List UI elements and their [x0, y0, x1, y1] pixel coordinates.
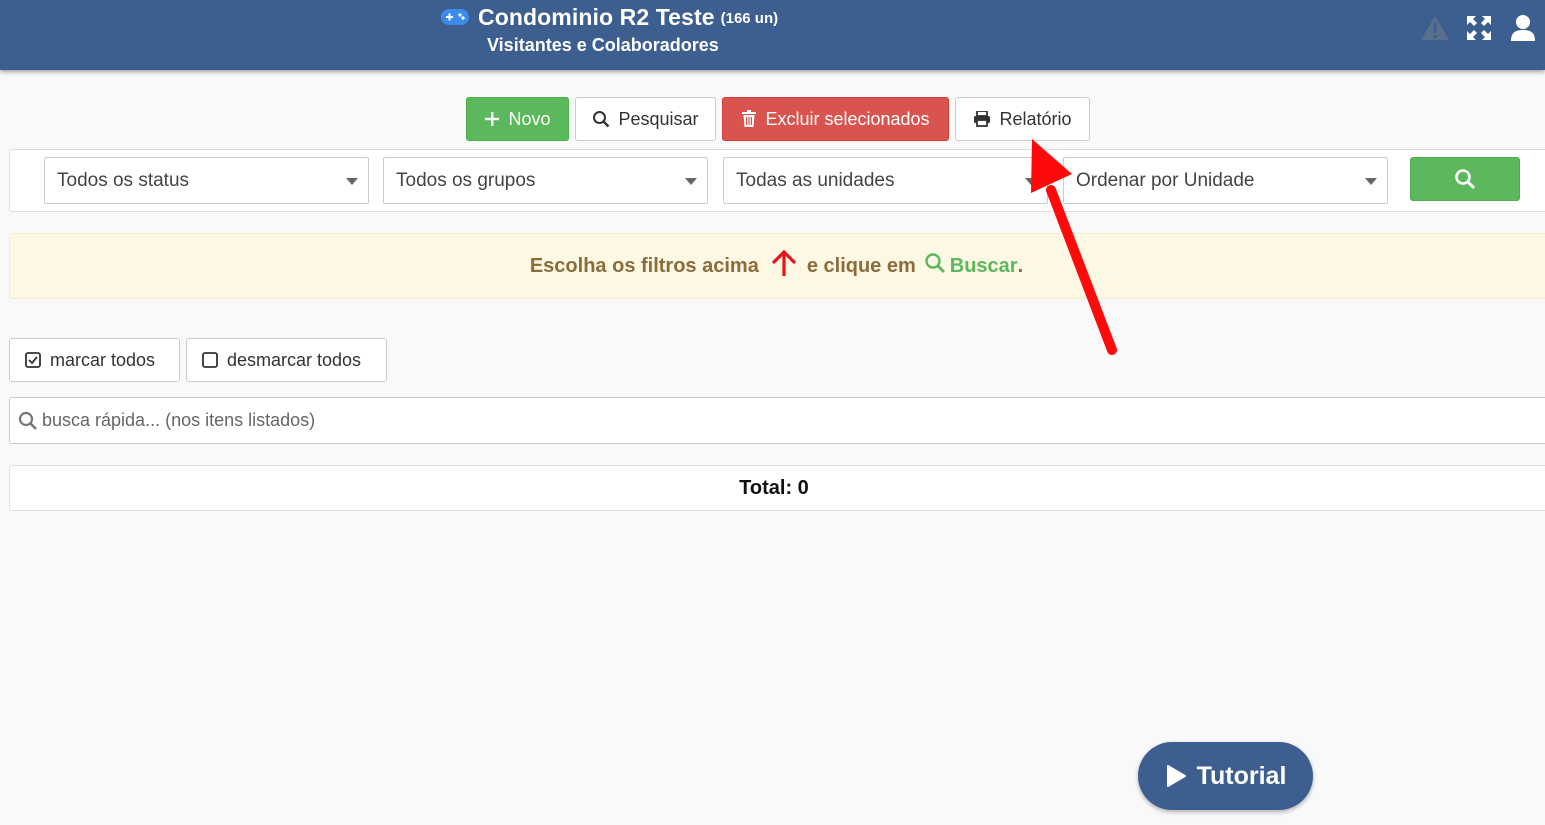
unmark-all-button[interactable]: desmarcar todos: [186, 338, 387, 382]
groups-select-value: Todos os grupos: [396, 169, 536, 191]
groups-select[interactable]: Todos os grupos: [383, 157, 708, 204]
search-button[interactable]: Pesquisar: [575, 97, 716, 141]
trash-icon: [742, 110, 757, 127]
delete-selected-label: Excluir selecionados: [765, 108, 930, 129]
chevron-down-icon: [346, 178, 358, 185]
arrow-up-icon: [771, 249, 797, 283]
search-icon: [593, 111, 610, 128]
unmark-all-label: desmarcar todos: [227, 349, 362, 370]
mark-all-label: marcar todos: [50, 349, 156, 370]
top-header: Condominio R2 Teste (166 un) Visitantes …: [0, 0, 1545, 70]
quick-search-input[interactable]: [42, 410, 1442, 431]
mark-all-button[interactable]: marcar todos: [9, 338, 180, 382]
action-toolbar: Novo Pesquisar Excluir selecionados Rela…: [466, 97, 1090, 141]
tutorial-label: Tutorial: [1196, 761, 1287, 790]
status-select-value: Todos os status: [57, 169, 190, 191]
quick-search-box: [9, 397, 1545, 444]
total-label: Total: 0: [739, 476, 809, 499]
checkbox-empty-icon: [202, 352, 218, 368]
search-icon: [18, 411, 37, 430]
annotation-arrow: [1031, 139, 1117, 355]
alert-buscar: Buscar: [949, 254, 1018, 277]
delete-selected-button[interactable]: Excluir selecionados: [722, 97, 949, 141]
alert-text-middle: e clique em: [806, 254, 916, 277]
filter-panel: Todos os status Todos os grupos Todas as…: [9, 149, 1545, 212]
status-select[interactable]: Todos os status: [44, 157, 369, 204]
chevron-down-icon: [685, 178, 697, 185]
new-button-label: Novo: [508, 108, 551, 129]
alert-text-before: Escolha os filtros acima: [529, 254, 759, 277]
print-icon: [974, 111, 991, 127]
gamepad-icon: [440, 7, 470, 27]
header-icons: [1413, 10, 1545, 46]
play-icon: [1166, 765, 1186, 787]
search-button-label: Pesquisar: [618, 108, 699, 129]
units-select-value: Todas as unidades: [736, 169, 895, 191]
checkbox-checked-icon: [25, 352, 41, 368]
condominium-title: Condominio R2 Teste: [478, 3, 715, 30]
tutorial-button[interactable]: Tutorial: [1138, 742, 1313, 810]
fullscreen-icon[interactable]: [1457, 10, 1501, 46]
search-icon: [924, 252, 946, 280]
new-button[interactable]: Novo: [466, 97, 569, 141]
chevron-down-icon: [1365, 178, 1377, 185]
page-subtitle: Visitantes e Colaboradores: [487, 35, 719, 55]
search-icon: [1455, 169, 1476, 190]
apply-search-button[interactable]: [1410, 157, 1520, 201]
selection-buttons: marcar todos desmarcar todos: [9, 338, 387, 382]
title-block: Condominio R2 Teste (166 un): [440, 3, 800, 31]
report-button-label: Relatório: [999, 108, 1072, 129]
unit-count: (166 un): [720, 10, 779, 27]
warning-icon[interactable]: [1413, 10, 1457, 46]
user-icon[interactable]: [1501, 10, 1545, 46]
total-box: Total: 0: [9, 465, 1545, 511]
filter-hint-alert: Escolha os filtros acima e clique em Bus…: [9, 233, 1545, 299]
units-select[interactable]: Todas as unidades: [723, 157, 1048, 204]
plus-icon: [485, 112, 500, 126]
